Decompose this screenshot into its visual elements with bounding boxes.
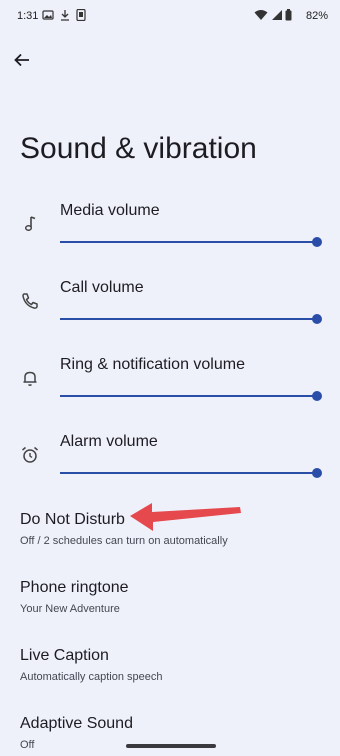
ring-notification-volume-label: Ring & notification volume [60,356,245,373]
live-caption-item[interactable]: Live Caption Automatically caption speec… [20,646,320,685]
call-volume-label: Call volume [60,279,144,296]
do-not-disturb-subtitle: Off / 2 schedules can turn on automatica… [20,535,228,547]
alarm-clock-icon [22,446,38,463]
slider-thumb[interactable] [312,391,322,401]
slider-thumb[interactable] [312,314,322,324]
adaptive-sound-title: Adaptive Sound [20,715,133,732]
status-bar: 1:31 82% [0,0,340,36]
call-volume-slider[interactable] [60,314,322,324]
photo-notification-icon [42,10,54,20]
gesture-nav-handle[interactable] [126,744,216,748]
back-button[interactable] [10,48,34,72]
live-caption-title: Live Caption [20,647,109,664]
annotation-arrow-icon [130,503,241,531]
media-volume-label: Media volume [60,202,160,219]
phone-ringtone-subtitle: Your New Adventure [20,603,120,615]
phone-ringtone-title: Phone ringtone [20,579,129,596]
phone-icon [22,293,38,309]
media-volume-slider[interactable] [60,237,322,247]
battery-percent: 82% [305,10,328,22]
slider-thumb[interactable] [312,468,322,478]
bell-icon [23,371,37,386]
music-note-icon [24,216,36,231]
signal-icon [272,10,282,20]
page-title: Sound & vibration [20,132,257,165]
back-arrow-icon [14,53,29,67]
wifi-icon [254,10,268,20]
alarm-volume-slider[interactable] [60,468,322,478]
status-time: 1:31 [17,10,39,22]
slider-thumb[interactable] [312,237,322,247]
phone-notification-icon [76,9,86,21]
settings-screen: 1:31 82% Sound & vibration Media volume … [0,0,340,756]
battery-icon [285,9,292,21]
alarm-volume-label: Alarm volume [60,433,158,450]
live-caption-subtitle: Automatically caption speech [20,671,163,683]
phone-ringtone-item[interactable]: Phone ringtone Your New Adventure [20,578,320,617]
download-notification-icon [61,10,69,21]
ring-notification-volume-slider[interactable] [60,391,322,401]
